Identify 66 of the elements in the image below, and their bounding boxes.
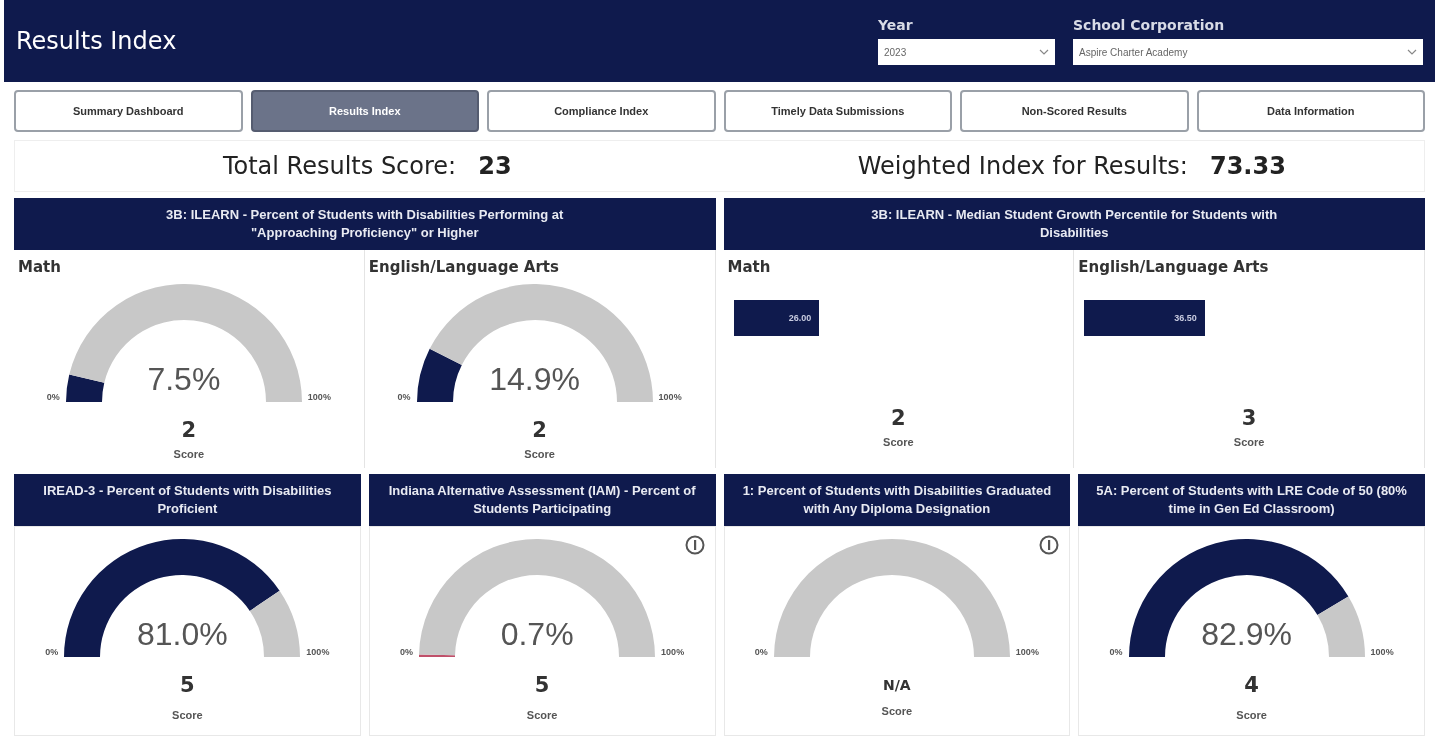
tab[interactable]: Results Index [250,90,479,132]
summary-value: 23 [478,152,512,180]
chevron-down-icon [1039,49,1049,55]
section-title: IREAD-3 - Percent of Students with Disabilities Proficient [14,474,361,526]
gauge-max-label: 100% [306,647,330,657]
gauge-max-label: 100% [1370,647,1394,657]
score-label: Score [1236,709,1267,721]
gauge-min-label: 0% [1109,647,1123,657]
score-label: Score [173,448,205,460]
score-value: 2 [181,418,197,442]
section-title: 1: Percent of Students with Disabilities Graduated with Any Diploma Designation [723,474,1071,526]
gauge-min-label: 0% [45,647,59,657]
chevron-down-icon [1407,49,1417,55]
score-label: Score [526,709,558,721]
gauge-track [1317,596,1365,657]
score-value: 2 [532,418,547,442]
gauge-max-label: 100% [658,392,682,402]
info-icon[interactable] [1039,535,1060,555]
gauge-value: 7.5% [147,361,221,398]
tab[interactable]: Timely Data Submissions [723,90,952,132]
score-value: 2 [891,406,906,430]
score-value: 5 [180,673,195,697]
section-title: 3B: ILEARN - Median Student Growth Percentile for Students with Disabilities [723,198,1425,250]
gauge-value: 14.9% [489,361,580,398]
info-icon[interactable] [684,535,705,555]
gauge-min-label: 0% [397,392,411,402]
dropdown[interactable]: 2023 [878,39,1055,65]
gauge-min-label: 0% [754,647,768,657]
gauge-value: 81.0% [137,616,228,653]
score-label: Score [524,448,555,460]
dropdown[interactable]: Aspire Charter Academy [1073,39,1423,65]
gauge-min-label: 0% [400,647,414,657]
filter-label: Year [878,17,914,33]
bar-value-label: 36.50 [1174,313,1197,323]
tab[interactable]: Compliance Index [487,90,716,132]
score-label: Score [1233,436,1265,448]
gauge-min-label: 0% [46,392,60,402]
score-label: Score [172,709,203,721]
tab[interactable]: Data Information [1196,90,1425,132]
gauge-max-label: 100% [1015,647,1039,657]
score-label: Score [881,705,913,717]
score-label: Score [883,436,914,448]
panel-label: English/Language Arts [1077,257,1270,276]
gauge-value: 0.7% [500,616,574,653]
section-title: 3B: ILEARN - Percent of Students with Disabilities Performing at "Approaching Proficiency" or Higher [14,198,716,250]
summary-value: 73.33 [1209,152,1286,180]
section-title: Indiana Alternative Assessment (IAM) - Percent of Students Participating [368,474,716,526]
panel-label: Math [17,257,62,276]
score-value: 5 [534,673,550,697]
panel-label: English/Language Arts [367,257,560,276]
summary-label: Weighted Index for Results: [857,152,1188,180]
filter-label: School Corporation [1073,17,1226,33]
page-title: Results Index [16,27,178,55]
score-value: 4 [1244,673,1259,697]
panel-label: Math [726,257,772,276]
section-title: 5A: Percent of Students with LRE Code of 50 (80% time in Gen Ed Classroom) [1078,474,1425,526]
gauge-track [250,590,301,657]
bar-value-label: 26.00 [788,313,812,323]
score-value: N/A [883,677,911,693]
tab[interactable]: Summary Dashboard [14,90,243,132]
tab[interactable]: Non-Scored Results [960,90,1189,132]
gauge-max-label: 100% [307,392,331,402]
summary-label: Total Results Score: [222,152,457,180]
gauge-value: 82.9% [1201,616,1292,653]
gauge-max-label: 100% [661,647,685,657]
score-value: 3 [1241,406,1257,430]
